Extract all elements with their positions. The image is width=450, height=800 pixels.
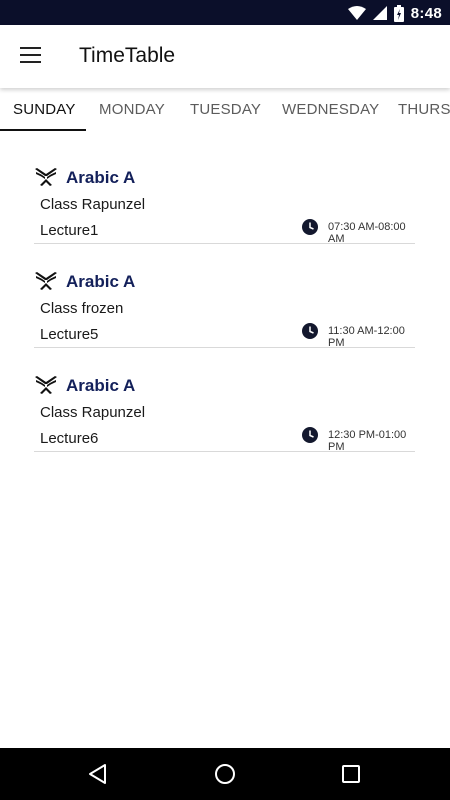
day-tabs: SUNDAY MONDAY TUESDAY WEDNESDAY THURSDAY [0, 88, 450, 132]
hamburger-menu-icon[interactable] [20, 47, 42, 65]
clock-icon [302, 323, 318, 339]
lecture-subject: Arabic A [66, 168, 136, 187]
lecture-subject: Arabic A [66, 272, 136, 291]
status-icons: 8:48 [347, 3, 442, 23]
clock-icon [302, 427, 318, 443]
app-title: TimeTable [79, 44, 176, 67]
lecture-class: Class Rapunzel [40, 196, 146, 213]
wifi-icon [347, 6, 366, 20]
status-bar: 8:48 [0, 0, 450, 25]
signal-icon [372, 6, 387, 20]
tab-indicator [0, 129, 86, 131]
book-stand-icon [35, 272, 57, 290]
card-divider [34, 451, 415, 452]
home-icon[interactable] [213, 762, 237, 786]
navigation-bar [0, 748, 450, 800]
status-clock: 8:48 [410, 4, 442, 22]
lecture-number: Lecture6 [40, 430, 99, 447]
battery-icon [393, 4, 404, 22]
recents-icon[interactable] [339, 762, 363, 786]
lecture-card[interactable]: Arabic A Class Rapunzel Lecture1 07:30 A… [34, 132, 416, 245]
lecture-class: Class frozen [40, 300, 124, 317]
book-stand-icon [35, 376, 57, 394]
lecture-card[interactable]: Arabic A Class Rapunzel Lecture6 12:30 P… [34, 340, 416, 453]
book-stand-icon [35, 168, 57, 186]
tab-sunday[interactable]: SUNDAY [13, 101, 76, 118]
tab-tuesday[interactable]: TUESDAY [190, 101, 261, 118]
tab-monday[interactable]: MONDAY [99, 101, 165, 118]
lecture-subject: Arabic A [66, 376, 136, 395]
clock-icon [302, 219, 318, 235]
back-icon[interactable] [86, 762, 110, 786]
tab-thursday[interactable]: THURSDAY [398, 101, 450, 118]
lecture-card[interactable]: Arabic A Class frozen Lecture5 11:30 AM-… [34, 236, 416, 349]
tab-wednesday[interactable]: WEDNESDAY [282, 101, 379, 118]
lecture-class: Class Rapunzel [40, 404, 146, 421]
lecture-time: 12:30 PM-01:00 PM [328, 429, 407, 453]
app-bar: TimeTable [0, 25, 450, 88]
